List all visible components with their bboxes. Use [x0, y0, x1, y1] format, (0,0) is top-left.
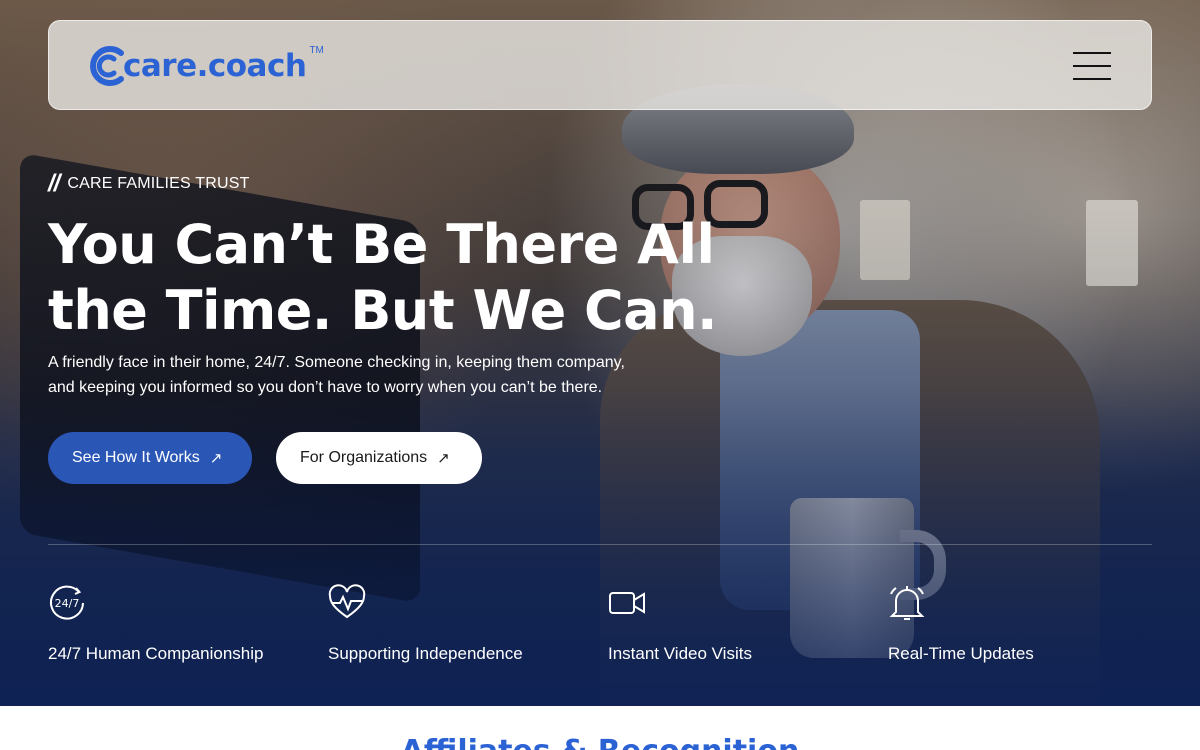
feature-label: 24/7 Human Companionship — [48, 644, 264, 663]
feature-label: Real-Time Updates — [888, 644, 1034, 663]
feature-label: Instant Video Visits — [608, 644, 752, 663]
see-how-it-works-label: See How It Works — [72, 449, 200, 466]
affiliates-title: Affiliates & Recognition — [0, 734, 1200, 750]
24-7-clock-icon: 24/7 — [50, 585, 84, 620]
for-organizations-label: For Organizations — [300, 449, 428, 466]
subtext-line-2: and keeping you informed so you don’t ha… — [48, 379, 603, 396]
hero-subtext: A friendly face in their home, 24/7. Som… — [48, 350, 708, 400]
video-camera-icon — [609, 592, 645, 614]
eyebrow-text: CARE FAMILIES TRUST — [67, 175, 250, 192]
feature-updates: Real-Time Updates — [888, 584, 1034, 664]
heartbeat-icon — [328, 584, 366, 619]
eyebrow-slashes: // — [48, 170, 60, 197]
hamburger-menu-icon — [1073, 52, 1111, 54]
feature-label: Supporting Independence — [328, 644, 523, 663]
logo-mark-icon — [90, 46, 124, 86]
feature-independence: Supporting Independence — [328, 584, 523, 664]
logo-text: care.coach — [123, 48, 307, 84]
hero-divider — [48, 544, 1152, 545]
hamburger-menu-button[interactable] — [1073, 52, 1111, 80]
headline-line-1: You Can’t Be There All — [48, 213, 715, 276]
subtext-line-1: A friendly face in their home, 24/7. Som… — [48, 354, 625, 371]
arrow-up-right-icon: ↗ — [209, 450, 223, 467]
hero-section: care.coach TM // CARE FAMILIES TRUST You… — [0, 0, 1200, 706]
care-coach-logo[interactable]: care.coach TM — [87, 41, 324, 91]
site-header: care.coach TM — [48, 20, 1152, 110]
see-how-it-works-button[interactable]: See How It Works ↗ — [48, 432, 252, 484]
hero-eyebrow: // CARE FAMILIES TRUST — [48, 170, 250, 198]
arrow-up-right-icon: ↗ — [437, 450, 450, 467]
for-organizations-button[interactable]: For Organizations ↗ — [276, 432, 482, 484]
hero-headline: You Can’t Be There All the Time. But We … — [48, 212, 748, 344]
trademark-symbol: TM — [309, 44, 324, 56]
headline-line-2: the Time. But We Can. — [48, 279, 718, 342]
bell-icon — [889, 586, 925, 620]
svg-text:24/7: 24/7 — [55, 597, 80, 610]
feature-video-visits: Instant Video Visits — [608, 584, 752, 664]
affiliates-section: Affiliates & Recognition — [0, 706, 1200, 750]
feature-companionship: 24/7 24/7 Human Companionship — [48, 584, 263, 664]
